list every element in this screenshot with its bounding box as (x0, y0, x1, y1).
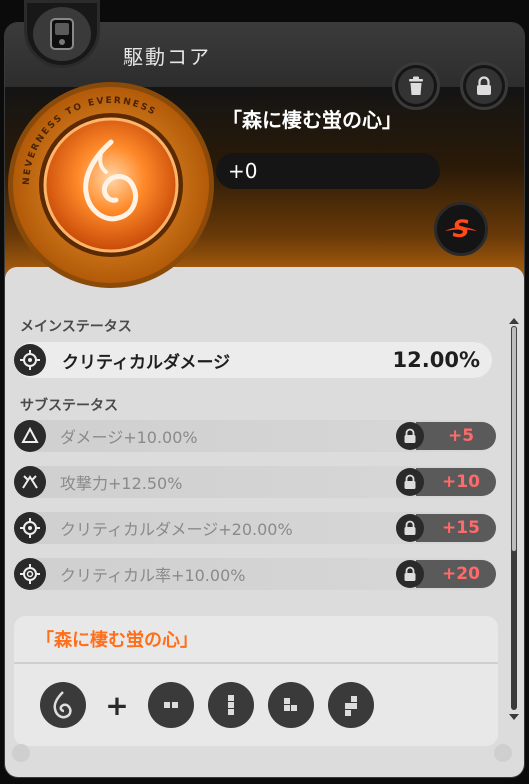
triangle-icon (14, 420, 46, 452)
main-stat-value: 12.00% (392, 348, 480, 372)
plus-sign: + (105, 688, 129, 722)
handheld-device-icon (33, 7, 91, 61)
set-icons: + (40, 682, 374, 728)
upgrade-level: +15 (416, 514, 496, 542)
lock-button[interactable] (460, 62, 508, 110)
block-icon[interactable] (268, 682, 314, 728)
set-divider (14, 662, 498, 664)
panel-title: 駆動コア (123, 45, 211, 69)
crosshair-icon (14, 344, 46, 376)
drive-disc-image: NEVERNESS TO EVERNESS (6, 80, 216, 290)
sub-stat-row[interactable]: 攻撃力+12.50% +10 (14, 466, 496, 498)
scroll-up-icon (509, 318, 519, 324)
corner-dot (12, 744, 30, 762)
lock-icon[interactable] (396, 560, 424, 588)
upgrade-level: +20 (416, 560, 496, 588)
trash-icon (398, 68, 434, 104)
rank-s-badge: S (434, 202, 488, 256)
upgrade-level: +5 (416, 422, 496, 450)
sub-stat-label: クリティカル率+10.00% (60, 566, 246, 585)
sub-stat-row[interactable]: ダメージ+10.00% +5 (14, 420, 496, 452)
attack-icon (14, 466, 46, 498)
set-title: 「森に棲む蛍の心」 (36, 630, 198, 651)
block-icon[interactable] (208, 682, 254, 728)
lock-icon[interactable] (396, 422, 424, 450)
main-stat-row: クリティカルダメージ 12.00% (14, 342, 492, 378)
scroll-down-icon (509, 714, 519, 720)
sub-stat-label: 攻撃力+12.50% (60, 474, 183, 493)
lock-icon[interactable] (396, 514, 424, 542)
rank-letter: S (452, 215, 469, 243)
sub-stat-label: ダメージ+10.00% (60, 428, 198, 447)
scroll-thumb[interactable] (511, 326, 517, 552)
lock-icon (466, 68, 502, 104)
crosshair-icon (14, 512, 46, 544)
block-icon[interactable] (148, 682, 194, 728)
sub-stat-label: クリティカルダメージ+20.00% (60, 520, 293, 539)
core-level: +0 (216, 153, 440, 189)
upgrade-level: +10 (416, 468, 496, 496)
crit-rate-icon (14, 558, 46, 590)
delete-button[interactable] (392, 62, 440, 110)
core-name: 「森に棲む蛍の心」 (222, 108, 402, 132)
sub-stat-row[interactable]: クリティカルダメージ+20.00% +15 (14, 512, 496, 544)
set-bonus-box: 「森に棲む蛍の心」 + (14, 616, 498, 746)
scrollbar[interactable] (508, 316, 520, 720)
corner-dot (494, 744, 512, 762)
sub-stats-label: サブステータス (20, 398, 118, 414)
lock-icon[interactable] (396, 468, 424, 496)
sub-stat-row[interactable]: クリティカル率+10.00% +20 (14, 558, 496, 590)
block-icon[interactable] (328, 682, 374, 728)
main-stat-label: クリティカルダメージ (62, 352, 231, 373)
flame-core-icon[interactable] (40, 682, 86, 728)
main-stats-label: メインステータス (20, 319, 132, 335)
